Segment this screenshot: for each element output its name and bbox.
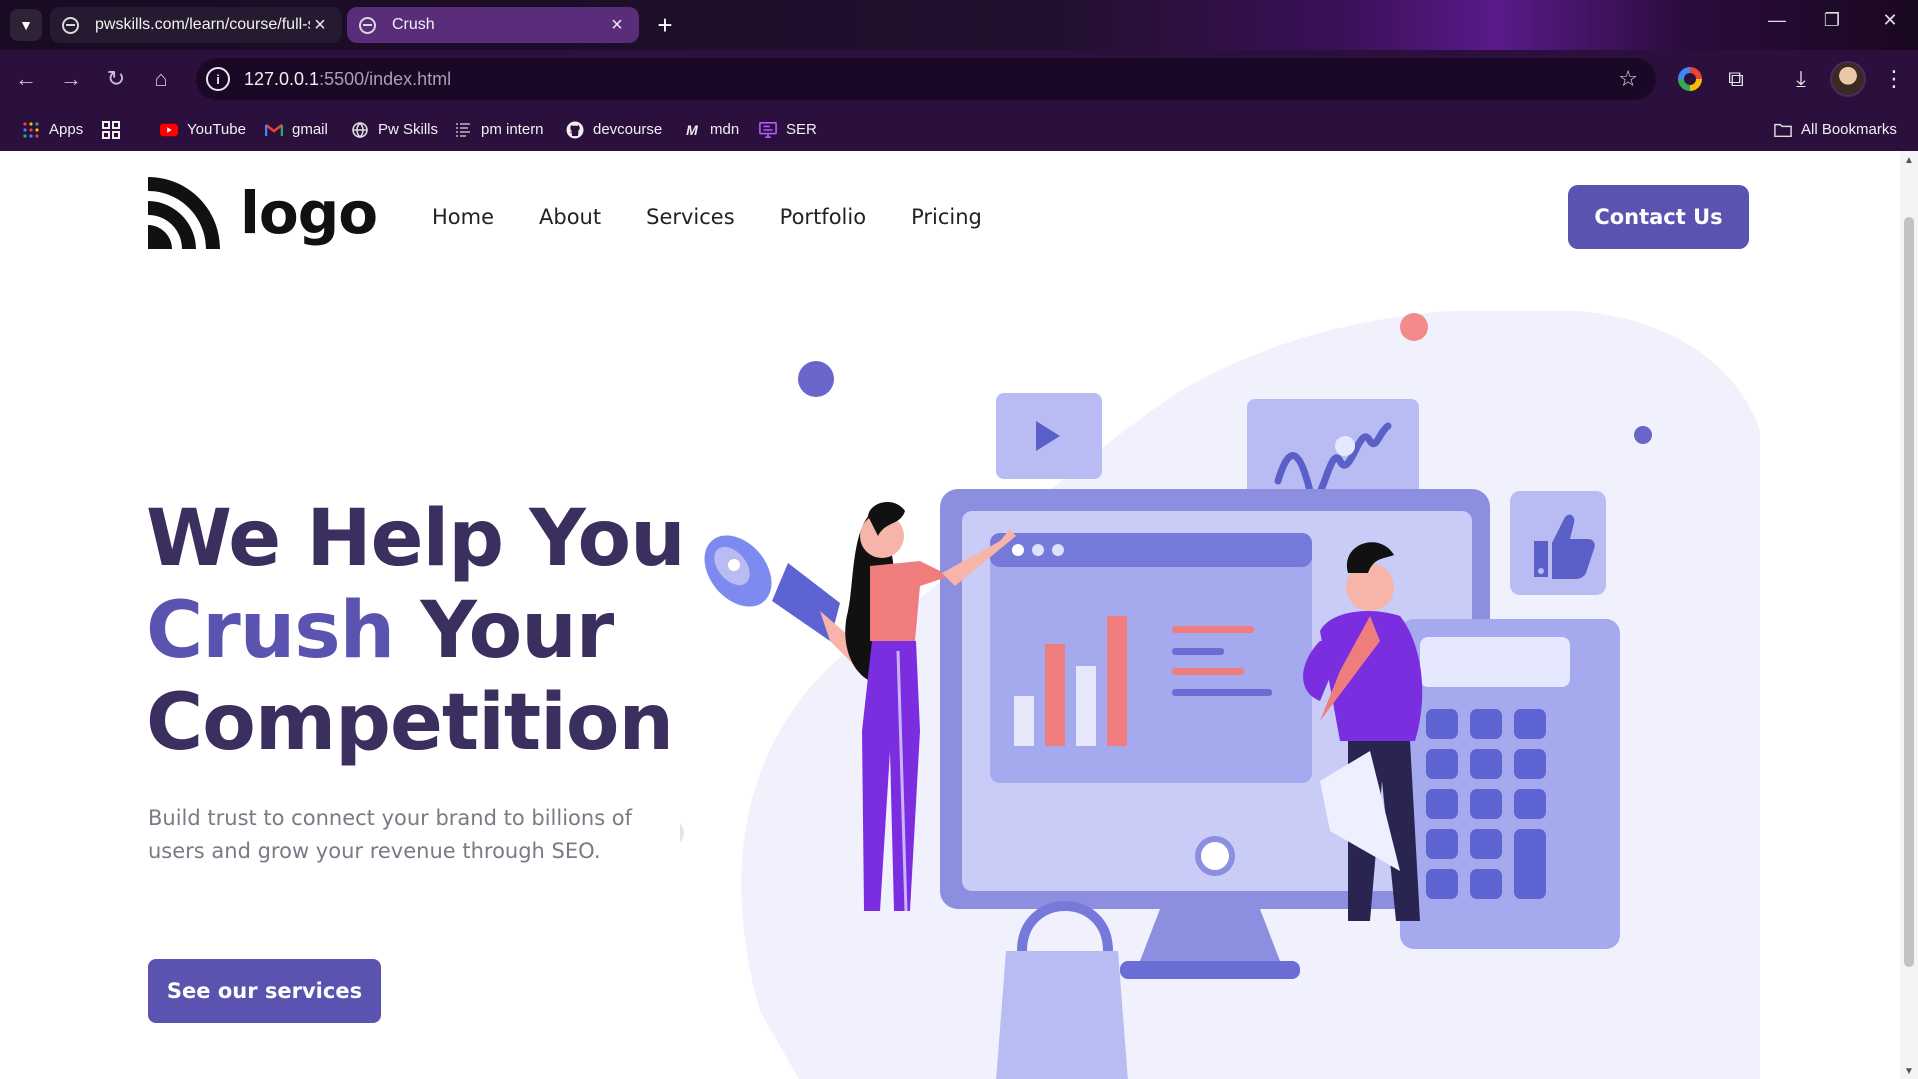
site-info-icon[interactable]: i — [206, 67, 230, 91]
hero-line-3: Competition — [146, 678, 674, 768]
tab-crush[interactable]: Crush × — [347, 7, 639, 43]
globe-icon — [359, 16, 376, 34]
bookmark-pm-intern[interactable]: pm intern — [454, 108, 544, 151]
browser-toolbar: ← → ↻ ⌂ i 127.0.0.1:5500/index.html ☆ ⧉ … — [0, 50, 1918, 108]
hero-accent-word: Crush — [146, 586, 395, 676]
bookmark-label: pm intern — [481, 121, 544, 138]
webpage: logo Home About Services Portfolio Prici… — [0, 151, 1900, 1079]
scroll-up-arrow-icon[interactable]: ▲ — [1903, 155, 1915, 166]
hero-title: We Help You Crush Your Competition — [146, 493, 686, 769]
bookmark-gmail[interactable]: gmail — [265, 108, 328, 151]
contact-us-button[interactable]: Contact Us — [1568, 185, 1749, 249]
bookmark-ser[interactable]: SER — [759, 108, 817, 151]
thumbs-up-card — [1510, 491, 1606, 595]
dot-light — [680, 823, 684, 843]
profile-avatar[interactable] — [1830, 61, 1866, 97]
menu-kebab-icon[interactable]: ⋮ — [1878, 63, 1910, 95]
minimize-icon[interactable]: — — [1757, 10, 1797, 31]
chrome-extension-icon[interactable] — [1678, 67, 1702, 91]
github-icon — [566, 121, 584, 139]
bookmark-devcourse[interactable]: devcourse — [566, 108, 662, 151]
restore-icon[interactable]: ❐ — [1812, 10, 1852, 31]
bookmark-label: gmail — [292, 121, 328, 138]
apps-grid-icon — [22, 121, 40, 139]
bookmark-label: Pw Skills — [378, 121, 439, 138]
nav-services[interactable]: Services — [646, 205, 735, 229]
site-logo[interactable]: logo — [148, 177, 378, 249]
url-host: 127.0.0.1 — [244, 68, 320, 89]
reload-icon[interactable]: ↻ — [100, 63, 132, 95]
nav-pricing[interactable]: Pricing — [911, 205, 982, 229]
url-path: :5500/index.html — [319, 68, 452, 89]
bookmark-youtube[interactable]: YouTube — [160, 108, 246, 151]
tab-search-dropdown[interactable]: ▼ — [10, 9, 42, 41]
bookmark-label: YouTube — [187, 121, 246, 138]
back-icon[interactable]: ← — [10, 63, 42, 95]
close-tab-icon[interactable]: × — [310, 14, 330, 37]
bookmarks-bar: Apps YouTube gmail Pw Skills pm intern d… — [0, 108, 1918, 151]
browser-tab-strip: ▼ pwskills.com/learn/course/full-s × Cru… — [0, 0, 1918, 50]
main-nav: Home About Services Portfolio Pricing — [432, 205, 982, 229]
list-icon — [454, 121, 472, 139]
dot-purple — [798, 361, 834, 397]
bookmark-apps[interactable]: Apps — [22, 108, 83, 151]
all-bookmarks[interactable]: All Bookmarks — [1774, 108, 1897, 151]
hero-line-1: We Help You — [146, 494, 686, 584]
tab-title: pwskills.com/learn/course/full-s — [95, 16, 310, 33]
bookmark-label: SER — [786, 121, 817, 138]
all-bookmarks-label: All Bookmarks — [1801, 121, 1897, 138]
monitor-icon — [759, 121, 777, 139]
forward-icon[interactable]: → — [55, 63, 87, 95]
hero-subtitle: Build trust to connect your brand to bil… — [148, 806, 633, 863]
folder-icon — [1774, 121, 1792, 139]
hero-illustration — [680, 311, 1760, 1079]
see-services-button[interactable]: See our services — [148, 959, 381, 1023]
calculator — [1400, 619, 1620, 949]
page-scrollbar[interactable]: ▲ ▼ — [1900, 151, 1918, 1079]
logo-text: logo — [240, 179, 378, 247]
hero-line-2-rest: Your — [394, 586, 614, 676]
bookmark-label: devcourse — [593, 121, 663, 138]
tab-pwskills[interactable]: pwskills.com/learn/course/full-s × — [50, 7, 342, 43]
close-tab-icon[interactable]: × — [607, 14, 627, 37]
mdn-icon: M — [686, 121, 698, 138]
extensions-puzzle-icon[interactable]: ⧉ — [1720, 63, 1752, 95]
bookmark-label: mdn — [710, 121, 740, 138]
close-window-icon[interactable]: ✕ — [1870, 10, 1910, 31]
dot-blue-small — [1634, 426, 1652, 444]
bookmark-label: Apps — [49, 121, 84, 138]
new-tab-button[interactable]: + — [650, 10, 680, 40]
logo-mark-icon — [148, 177, 220, 249]
gmail-icon — [265, 121, 283, 139]
download-icon[interactable]: ⤓ — [1785, 63, 1817, 95]
youtube-icon — [160, 121, 178, 139]
scroll-down-arrow-icon[interactable]: ▼ — [1903, 1066, 1915, 1077]
dot-red — [1400, 313, 1428, 341]
home-icon[interactable]: ⌂ — [145, 63, 177, 95]
bookmark-pwskills[interactable]: Pw Skills — [351, 108, 438, 151]
bookmark-mdn[interactable]: M mdn — [683, 108, 739, 151]
tab-title: Crush — [392, 16, 435, 33]
scrollbar-thumb[interactable] — [1904, 217, 1914, 967]
address-bar[interactable]: i 127.0.0.1:5500/index.html ☆ — [196, 58, 1656, 100]
tab-groups-icon — [102, 120, 120, 139]
globe-icon — [351, 121, 369, 139]
nav-home[interactable]: Home — [432, 205, 494, 229]
video-play-card — [996, 393, 1102, 479]
bookmark-tab-groups[interactable] — [102, 108, 129, 151]
globe-icon — [62, 16, 79, 34]
bookmark-star-icon[interactable]: ☆ — [1618, 66, 1638, 92]
nav-about[interactable]: About — [539, 205, 601, 229]
nav-portfolio[interactable]: Portfolio — [780, 205, 866, 229]
